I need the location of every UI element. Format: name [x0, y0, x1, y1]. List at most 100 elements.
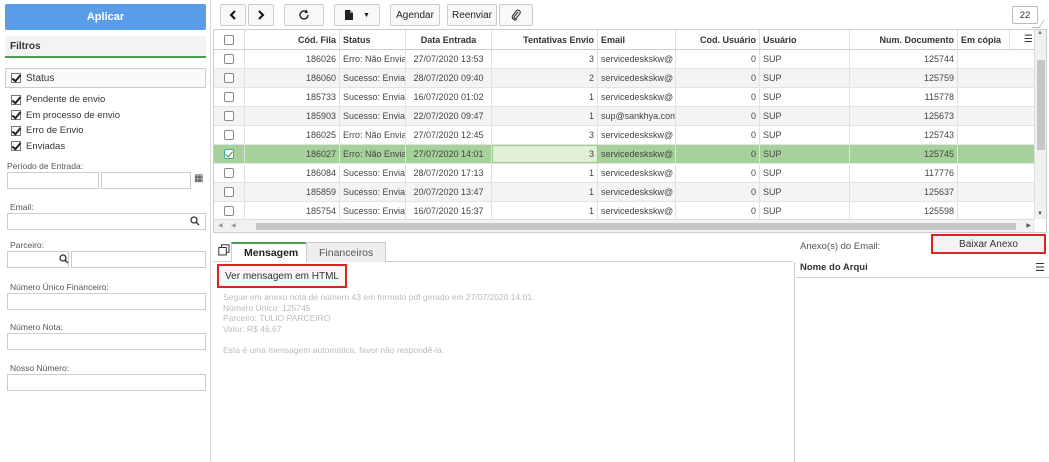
- table-cell: 28/07/2020 09:40: [406, 69, 492, 87]
- table-cell: 0: [676, 126, 760, 144]
- tab-financeiros[interactable]: Financeiros: [306, 242, 387, 262]
- attachment-filename-header: Nome do Arqui: [800, 262, 868, 273]
- menu-icon[interactable]: ☰: [1035, 261, 1045, 274]
- status-option-em-processo[interactable]: Em processo de envio: [5, 108, 206, 124]
- table-cell: SUP: [760, 126, 850, 144]
- table-cell-empty: [958, 69, 1010, 87]
- scroll-up-icon[interactable]: ▲: [1037, 30, 1043, 36]
- scroll-right-icon[interactable]: ▶: [1026, 222, 1031, 229]
- row-checkbox[interactable]: [224, 73, 234, 83]
- message-line: Segue em anexo nota de número 43 em form…: [223, 292, 535, 302]
- checkbox-icon[interactable]: [11, 125, 21, 136]
- row-select-cell[interactable]: [214, 145, 245, 163]
- status-checkbox[interactable]: [11, 73, 21, 83]
- apply-button[interactable]: Aplicar: [5, 4, 206, 30]
- checkbox-icon[interactable]: [11, 110, 21, 121]
- row-select-cell[interactable]: [214, 126, 245, 144]
- row-checkbox[interactable]: [224, 187, 234, 197]
- checkbox-icon[interactable]: [11, 141, 21, 152]
- export-button[interactable]: ▼: [334, 4, 380, 26]
- column-header[interactable]: Usuário: [760, 30, 850, 49]
- tab-mensagem[interactable]: Mensagem: [231, 242, 312, 262]
- status-option-erro[interactable]: Erro de Envio: [5, 123, 206, 139]
- table-row[interactable]: 185859Sucesso: Enviada20/07/2020 13:471s…: [214, 183, 1035, 202]
- row-checkbox[interactable]: [224, 206, 234, 216]
- grid-vertical-scrollbar[interactable]: ▲ ▼: [1034, 30, 1046, 219]
- status-option-enviadas[interactable]: Enviadas: [5, 139, 206, 155]
- table-row[interactable]: 185733Sucesso: Enviada16/07/2020 01:021s…: [214, 88, 1035, 107]
- column-header[interactable]: Tentativas Envio: [492, 30, 598, 49]
- row-checkbox[interactable]: [224, 149, 234, 159]
- scroll-down-icon[interactable]: ▼: [1037, 211, 1043, 217]
- table-cell: 1: [492, 183, 598, 201]
- table-row[interactable]: 186060Sucesso: Enviada28/07/2020 09:402s…: [214, 69, 1035, 88]
- email-input[interactable]: [7, 213, 206, 230]
- table-row[interactable]: 186026Erro: Não Enviada27/07/2020 13:533…: [214, 50, 1035, 69]
- scrollbar-thumb[interactable]: [256, 223, 1016, 230]
- scrollbar-thumb[interactable]: [1037, 60, 1045, 150]
- row-select-cell[interactable]: [214, 202, 245, 220]
- checkbox-icon[interactable]: [11, 94, 21, 105]
- refresh-button[interactable]: [284, 4, 324, 26]
- row-checkbox[interactable]: [224, 130, 234, 140]
- column-header[interactable]: Num. Documento: [850, 30, 958, 49]
- table-cell: 3: [492, 145, 598, 163]
- chevron-down-icon: ▼: [363, 11, 370, 19]
- numero-unico-input[interactable]: [7, 293, 206, 310]
- scroll-left-icon[interactable]: ◀: [218, 222, 223, 229]
- parceiro-name-input[interactable]: [71, 251, 206, 268]
- nosso-numero-input[interactable]: [7, 374, 206, 391]
- row-select-cell[interactable]: [214, 50, 245, 68]
- download-attachment-button[interactable]: Baixar Anexo: [931, 234, 1046, 254]
- row-checkbox[interactable]: [224, 92, 234, 102]
- status-filter-toggle[interactable]: Status: [5, 68, 206, 88]
- next-button[interactable]: [248, 4, 274, 26]
- row-select-cell[interactable]: [214, 107, 245, 125]
- search-icon[interactable]: [59, 254, 69, 264]
- message-line: Parceiro: TULIO PARCEIRO: [223, 313, 331, 323]
- table-cell: 1: [492, 202, 598, 220]
- column-header[interactable]: Status: [340, 30, 406, 49]
- agendar-button[interactable]: Agendar: [390, 4, 440, 26]
- table-cell: 16/07/2020 01:02: [406, 88, 492, 106]
- numero-nota-input[interactable]: [7, 333, 206, 350]
- periodo-start-input[interactable]: [7, 172, 99, 189]
- attach-button[interactable]: [499, 4, 533, 26]
- grid-horizontal-scrollbar[interactable]: ◀ ◀ ▶: [214, 219, 1035, 232]
- table-cell: 125759: [850, 69, 958, 87]
- select-all-checkbox[interactable]: [224, 34, 234, 45]
- row-checkbox[interactable]: [224, 168, 234, 178]
- row-select-cell[interactable]: [214, 69, 245, 87]
- row-checkbox[interactable]: [224, 111, 234, 121]
- row-select-cell[interactable]: [214, 88, 245, 106]
- table-cell: 28/07/2020 17:13: [406, 164, 492, 182]
- column-header[interactable]: Cód. Fila: [245, 30, 340, 49]
- column-header[interactable]: Em cópia: [958, 30, 1010, 49]
- table-row[interactable]: 185903Sucesso: Enviada22/07/2020 09:471s…: [214, 107, 1035, 126]
- table-cell: 16/07/2020 15:37: [406, 202, 492, 220]
- table-cell: 20/07/2020 13:47: [406, 183, 492, 201]
- message-line: Número Único: 125745: [223, 302, 311, 313]
- table-cell: servicedeskskw@: [598, 145, 676, 163]
- scroll-left-icon[interactable]: ◀: [231, 222, 236, 229]
- row-select-cell[interactable]: [214, 183, 245, 201]
- reenviar-button[interactable]: Reenviar: [447, 4, 497, 26]
- calendar-icon[interactable]: ▦: [194, 173, 203, 184]
- periodo-end-input[interactable]: [101, 172, 191, 189]
- select-all-cell[interactable]: [214, 30, 245, 49]
- table-row[interactable]: 186025Erro: Não Enviada27/07/2020 12:453…: [214, 126, 1035, 145]
- column-header[interactable]: Data Entrada: [406, 30, 492, 49]
- table-cell: Erro: Não Enviada: [340, 126, 406, 144]
- row-checkbox[interactable]: [224, 54, 234, 64]
- column-header[interactable]: Cod. Usuário: [676, 30, 760, 49]
- column-header[interactable]: Email: [598, 30, 676, 49]
- table-row[interactable]: 186084Sucesso: Enviada28/07/2020 17:131s…: [214, 164, 1035, 183]
- search-icon[interactable]: [190, 216, 200, 226]
- row-select-cell[interactable]: [214, 164, 245, 182]
- previous-button[interactable]: [220, 4, 246, 26]
- status-option-pendente[interactable]: Pendente de envio: [5, 92, 206, 108]
- table-cell: 125744: [850, 50, 958, 68]
- view-html-button[interactable]: Ver mensagem em HTML: [217, 264, 347, 288]
- table-cell: 186025: [245, 126, 340, 144]
- table-row[interactable]: 186027Erro: Não Enviada27/07/2020 14:013…: [214, 145, 1035, 164]
